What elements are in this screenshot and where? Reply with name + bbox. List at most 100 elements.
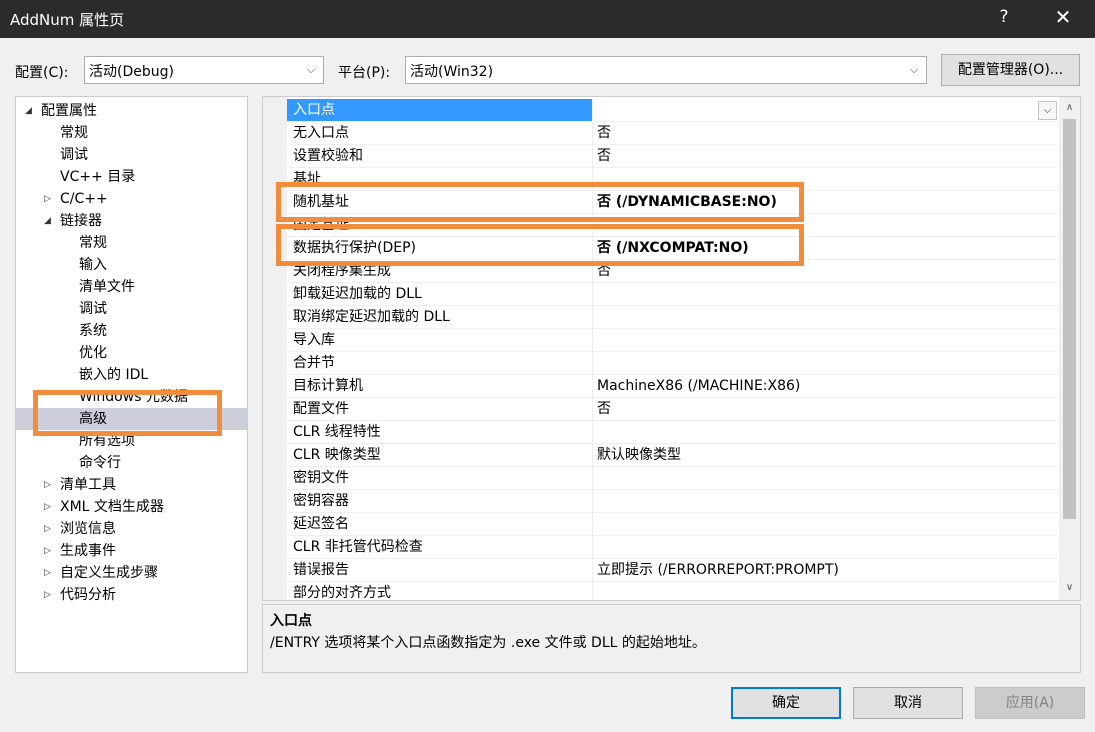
apply-button[interactable]: 应用(A) [975,687,1085,719]
tree-item[interactable]: ▷ C/C++ [16,188,247,210]
property-row[interactable]: 合并节 [287,352,1058,375]
property-row[interactable]: 无入口点否 [287,122,1058,145]
property-tree[interactable]: ◢ 配置属性 常规 调试 VC++ 目录 ▷ C/C++ ◢ 链接器 常规 输入 清单文件 调试 系统 优化… [15,96,248,673]
expand-icon[interactable]: ▷ [44,518,51,540]
close-button[interactable]: ✕ [1048,5,1078,29]
property-value[interactable]: 否 [597,398,1057,420]
property-row[interactable]: 延迟签名 [287,513,1058,536]
property-grid[interactable]: 入口点 ⌵ 无入口点否设置校验和否基址 随机基址否 (/DYNAMICBASE:NO)… [262,96,1081,601]
expand-icon[interactable]: ▷ [44,188,51,210]
scroll-thumb[interactable] [1063,119,1076,519]
property-row[interactable]: 部分的对齐方式 [287,582,1058,600]
tree-item[interactable]: ▷ 生成事件 [16,540,247,562]
property-value[interactable] [597,536,1057,558]
property-name: CLR 非托管代码检查 [287,536,593,558]
tree-item[interactable]: ◢ 链接器 [16,210,247,232]
expand-icon[interactable]: ▷ [44,474,51,496]
property-row[interactable]: CLR 线程特性 [287,421,1058,444]
property-value[interactable] [597,329,1057,351]
property-row[interactable]: 目标计算机 MachineX86 (/MACHINE:X86) [287,375,1058,398]
property-value[interactable] [597,421,1057,443]
tree-item[interactable]: 高级 [16,408,247,430]
cancel-button[interactable]: 取消 [853,687,963,719]
config-manager-button[interactable]: 配置管理器(O)... [941,54,1080,86]
property-value[interactable]: 默认映像类型 [597,444,1057,466]
property-value[interactable]: 否 [597,122,1057,144]
property-row[interactable]: 配置文件否 [287,398,1058,421]
tree-item[interactable]: ▷ 自定义生成步骤 [16,562,247,584]
tree-item-label: 输入 [79,257,107,273]
tree-item[interactable]: ▷ 清单工具 [16,474,247,496]
property-value[interactable]: 否 (/NXCOMPAT:NO) [597,237,1057,259]
tree-item[interactable]: ▷ XML 文档生成器 [16,496,247,518]
property-row[interactable]: 卸载延迟加载的 DLL [287,283,1058,306]
property-row[interactable]: 取消绑定延迟加载的 DLL [287,306,1058,329]
tree-item[interactable]: ▷ 代码分析 [16,584,247,606]
property-row[interactable]: CLR 映像类型 默认映像类型 [287,444,1058,467]
expand-icon[interactable]: ▷ [44,562,51,584]
tree-item[interactable]: 常规 [16,122,247,144]
expand-icon[interactable]: ▷ [44,540,51,562]
property-value[interactable]: 否 [597,260,1057,282]
property-value[interactable] [597,490,1057,512]
chevron-down-icon[interactable]: ⌵ [1038,101,1057,120]
tree-item[interactable]: 调试 [16,144,247,166]
tree-item[interactable]: 调试 [16,298,247,320]
tree-item-label: 优化 [79,345,107,361]
property-row[interactable]: 数据执行保护(DEP) 否 (/NXCOMPAT:NO) [287,237,1058,260]
property-value[interactable] [597,352,1057,374]
property-value[interactable] [597,283,1057,305]
property-value[interactable] [597,513,1057,535]
property-row[interactable]: 密钥容器 [287,490,1058,513]
property-name: CLR 线程特性 [287,421,593,443]
property-value[interactable] [597,214,1057,236]
property-value[interactable]: MachineX86 (/MACHINE:X86) [597,375,1057,397]
property-value[interactable] [597,99,1057,121]
property-row[interactable]: 关闭程序集生成否 [287,260,1058,283]
tree-item[interactable]: 命令行 [16,452,247,474]
property-value[interactable]: 否 [597,145,1057,167]
property-row[interactable]: 入口点 ⌵ [287,99,1058,122]
collapse-icon[interactable]: ◢ [44,210,51,232]
property-row[interactable]: 密钥文件 [287,467,1058,490]
tree-item-label: 配置属性 [41,103,97,119]
tree-item[interactable]: 嵌入的 IDL [16,364,247,386]
tree-item[interactable]: 所有选项 [16,430,247,452]
property-row[interactable]: 固定基址 [287,214,1058,237]
grid-scrollbar[interactable]: ∧ ∨ [1059,97,1080,600]
tree-item[interactable]: 系统 [16,320,247,342]
expand-icon[interactable]: ▷ [44,496,51,518]
property-row[interactable]: 设置校验和否 [287,145,1058,168]
property-value[interactable] [597,582,1057,600]
property-row[interactable]: 错误报告 立即提示 (/ERRORREPORT:PROMPT) [287,559,1058,582]
expand-icon[interactable]: ▷ [44,584,51,606]
config-select[interactable]: 活动(Debug) ⌵ [84,56,324,84]
scroll-up-icon[interactable]: ∧ [1059,99,1080,117]
property-name: CLR 映像类型 [287,444,593,466]
property-value[interactable] [597,467,1057,489]
scroll-down-icon[interactable]: ∨ [1059,579,1080,597]
property-row[interactable]: CLR 非托管代码检查 [287,536,1058,559]
property-row[interactable]: 随机基址否 (/DYNAMICBASE:NO) [287,191,1058,214]
property-value[interactable]: 否 (/DYNAMICBASE:NO) [597,191,1057,213]
tree-item[interactable]: 清单文件 [16,276,247,298]
property-name: 入口点 [287,99,593,121]
property-name: 随机基址 [287,191,593,213]
tree-item[interactable]: ▷ 浏览信息 [16,518,247,540]
property-value[interactable]: 立即提示 (/ERRORREPORT:PROMPT) [597,559,1057,581]
platform-select[interactable]: 活动(Win32) ⌵ [405,56,927,84]
collapse-icon[interactable]: ◢ [25,100,32,122]
tree-item[interactable]: ◢ 配置属性 [16,100,247,122]
property-row[interactable]: 基址 [287,168,1058,191]
property-row[interactable]: 导入库 [287,329,1058,352]
property-value[interactable] [597,168,1057,190]
tree-item[interactable]: 优化 [16,342,247,364]
tree-item[interactable]: 输入 [16,254,247,276]
ok-button[interactable]: 确定 [731,687,841,719]
title-bar: AddNum 属性页 ? ✕ [0,0,1095,38]
tree-item[interactable]: 常规 [16,232,247,254]
tree-item[interactable]: Windows 元数据 [16,386,247,408]
property-value[interactable] [597,306,1057,328]
tree-item[interactable]: VC++ 目录 [16,166,247,188]
help-button[interactable]: ? [992,7,1016,27]
